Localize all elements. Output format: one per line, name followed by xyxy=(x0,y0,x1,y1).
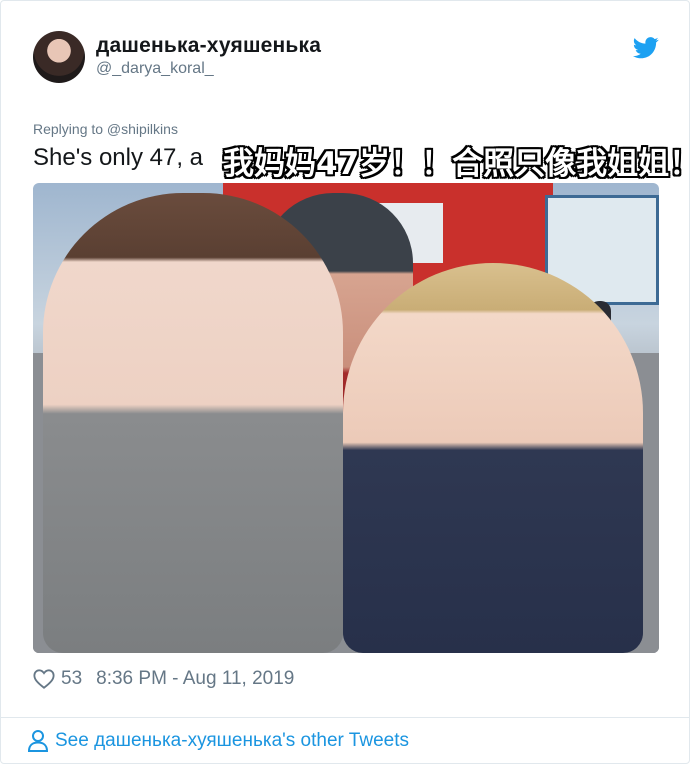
other-tweets-label[interactable]: See дашенька-хуяшенька's other Tweets xyxy=(55,730,409,752)
woman-figure xyxy=(343,263,643,653)
divider xyxy=(1,717,690,718)
person-icon xyxy=(27,730,49,752)
like-count[interactable]: 53 xyxy=(61,668,82,690)
user-handle[interactable]: @_darya_koral_ xyxy=(96,60,214,78)
timestamp[interactable]: 8:36 PM - Aug 11, 2019 xyxy=(96,668,294,690)
tweet-card: дашенька-хуяшенька @_darya_koral_ Replyi… xyxy=(0,0,690,764)
other-tweets-link[interactable]: See дашенька-хуяшенька's other Tweets xyxy=(27,729,409,753)
heart-icon[interactable] xyxy=(33,668,55,690)
avatar[interactable] xyxy=(33,31,85,83)
tweet-header: дашенька-хуяшенька @_darya_koral_ xyxy=(33,31,663,91)
tweet-photo[interactable] xyxy=(33,183,659,653)
reply-label[interactable]: Replying to @shipilkins xyxy=(33,121,178,137)
tweet-meta: 53 8:36 PM - Aug 11, 2019 xyxy=(33,665,294,693)
overlay-caption: 我妈妈47岁！！合照只像我姐姐！ xyxy=(223,146,690,182)
twitter-bird-icon[interactable] xyxy=(633,37,659,59)
reply-context[interactable]: Replying to @shipilkins xyxy=(33,121,178,137)
tweet-text-start: She's only 47, a xyxy=(33,144,204,171)
display-name[interactable]: дашенька-хуяшенька xyxy=(96,34,321,58)
girl-figure xyxy=(43,193,343,653)
